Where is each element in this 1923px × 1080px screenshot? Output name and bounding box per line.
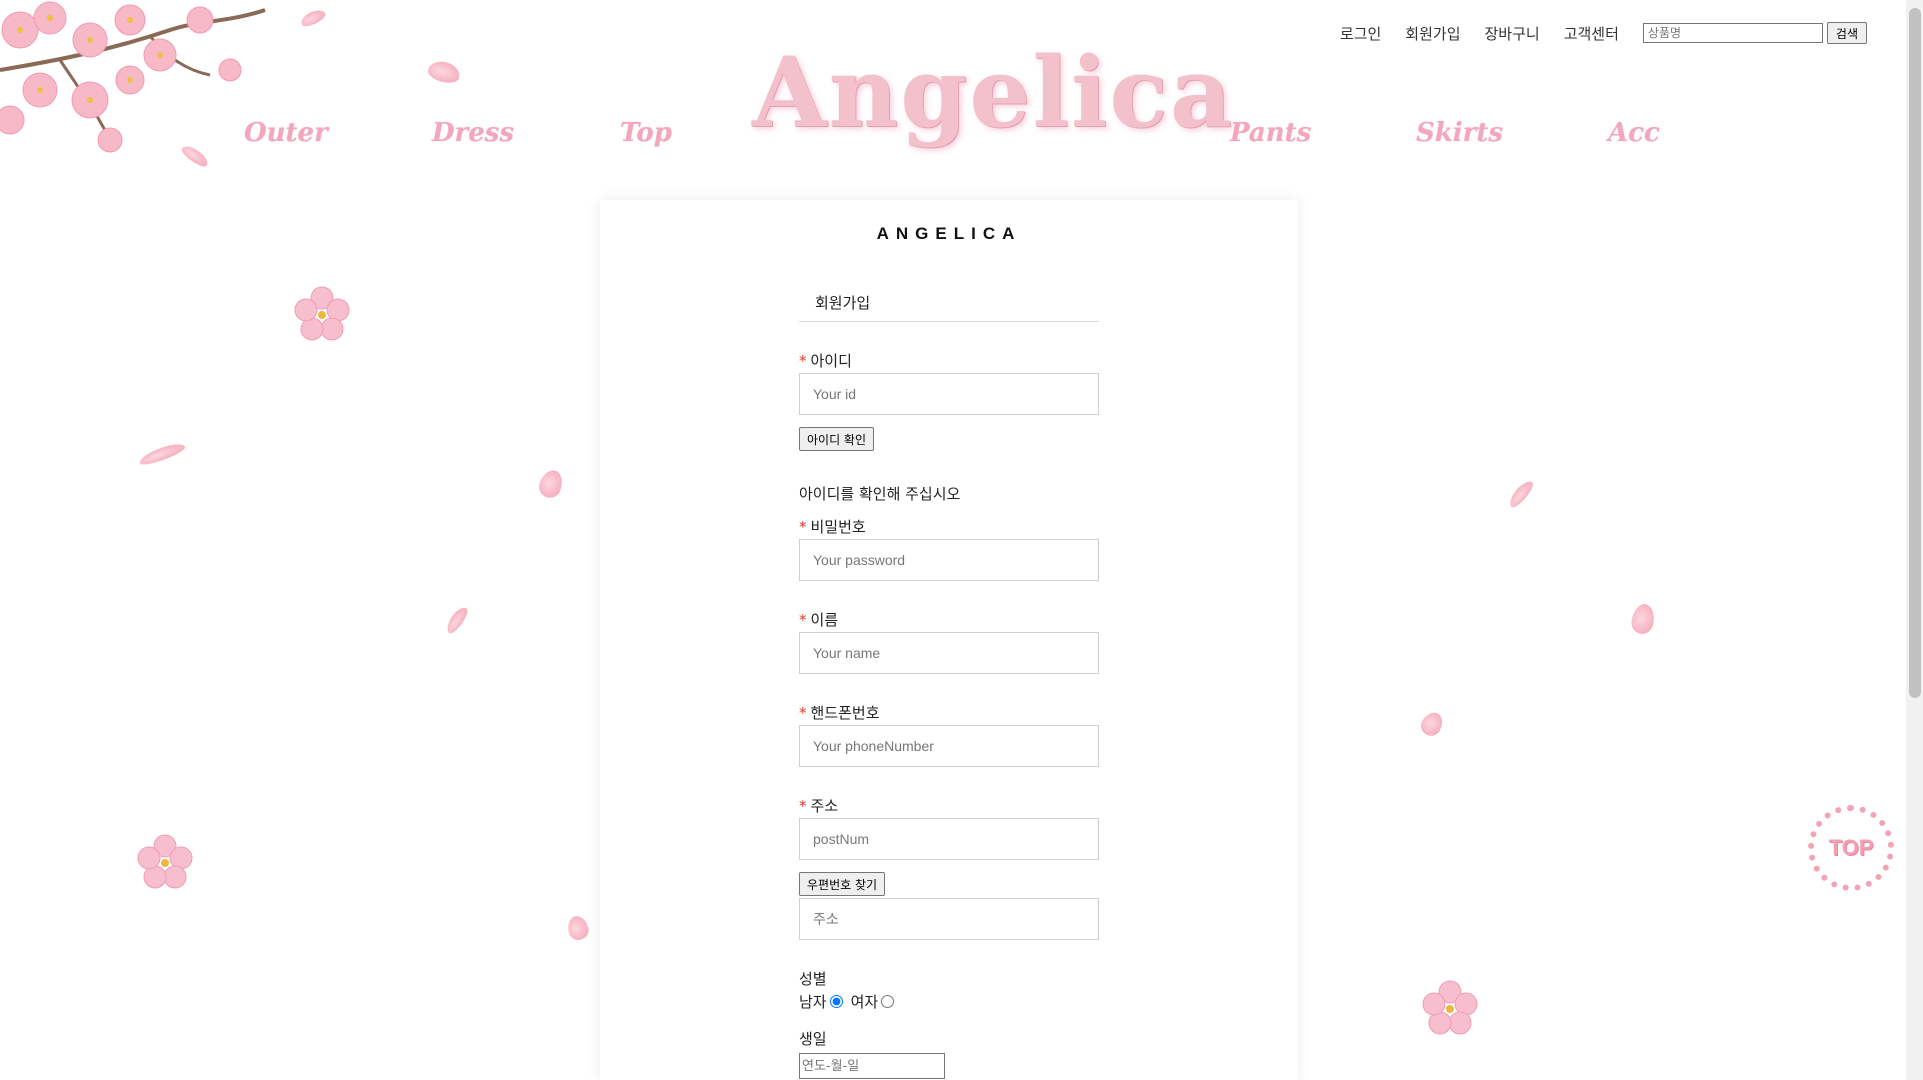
required-mark: *	[799, 797, 807, 815]
search-input[interactable]	[1642, 23, 1823, 43]
password-label: * 비밀번호	[799, 518, 866, 536]
nav-dress[interactable]: Dress	[432, 118, 514, 148]
petal-icon	[1417, 708, 1447, 740]
top-utility-bar: 로그인 회원가입 장바구니 고객센터 검색	[1340, 22, 1867, 44]
form-title: 회원가입	[799, 288, 1099, 322]
name-label: * 이름	[799, 611, 839, 629]
site-logo[interactable]: Angelica	[752, 28, 1232, 158]
scroll-to-top-button[interactable]: TOP	[1808, 805, 1894, 891]
nav-top[interactable]: Top	[620, 118, 672, 148]
nav-skirts[interactable]: Skirts	[1416, 118, 1503, 148]
petal-icon	[425, 58, 463, 86]
nav-acc[interactable]: Acc	[1608, 118, 1660, 148]
cherry-blossom-branch	[0, 1, 266, 153]
signup-form: 회원가입 *아이디 아이디 확인 아이디를 확인해 주십시오 *비밀번호 *이름…	[799, 288, 1099, 1079]
birthday-input[interactable]	[799, 1053, 945, 1079]
search-button[interactable]: 검색	[1826, 22, 1867, 44]
petal-icon	[565, 913, 591, 943]
name-input[interactable]	[799, 632, 1099, 674]
phone-input[interactable]	[799, 725, 1099, 767]
brand-title: ANGELICA	[876, 224, 1022, 243]
cart-link[interactable]: 장바구니	[1485, 23, 1540, 44]
gender-female-label: 여자	[850, 993, 879, 1011]
login-link[interactable]: 로그인	[1340, 23, 1381, 44]
scrollbar-thumb[interactable]	[1909, 8, 1921, 698]
required-mark: *	[799, 352, 807, 370]
id-helper-text: 아이디를 확인해 주십시오	[799, 485, 961, 503]
required-mark: *	[799, 518, 807, 536]
customer-center-link[interactable]: 고객센터	[1564, 23, 1619, 44]
address-input[interactable]	[799, 898, 1099, 940]
id-check-button[interactable]: 아이디 확인	[799, 427, 875, 451]
gender-options: 남자 여자	[799, 991, 1099, 1012]
nav-outer[interactable]: Outer	[244, 118, 328, 148]
gender-male-radio[interactable]	[829, 995, 843, 1008]
nav-pants[interactable]: Pants	[1230, 118, 1311, 148]
blossom-icon	[1422, 980, 1478, 1035]
id-label: * 아이디	[799, 352, 852, 370]
password-input[interactable]	[799, 539, 1099, 581]
id-input[interactable]	[799, 373, 1099, 415]
petal-icon	[443, 604, 471, 636]
gender-label: 성별	[799, 970, 827, 988]
blossom-icon	[294, 286, 350, 341]
postcode-search-button[interactable]: 우편번호 찾기	[799, 872, 886, 896]
birthday-label: 생일	[799, 1030, 827, 1048]
gender-male-label: 남자	[799, 993, 827, 1011]
signup-link[interactable]: 회원가입	[1405, 23, 1460, 44]
page: 로그인 회원가입 장바구니 고객센터 검색 Angelica Outer Dre…	[0, 0, 1923, 1080]
scrollbar[interactable]	[1906, 0, 1923, 1080]
address-label: * 주소	[799, 797, 839, 815]
required-mark: *	[799, 704, 807, 722]
petal-icon	[1506, 477, 1536, 511]
postnum-input[interactable]	[799, 818, 1099, 860]
blossom-icon	[137, 834, 193, 889]
required-mark: *	[799, 611, 807, 629]
phone-label: * 핸드폰번호	[799, 704, 880, 722]
petal-icon	[1629, 602, 1657, 636]
petal-icon	[298, 7, 328, 29]
petal-icon	[535, 467, 567, 501]
petal-icon	[137, 440, 187, 468]
gender-female-radio[interactable]	[881, 995, 895, 1008]
